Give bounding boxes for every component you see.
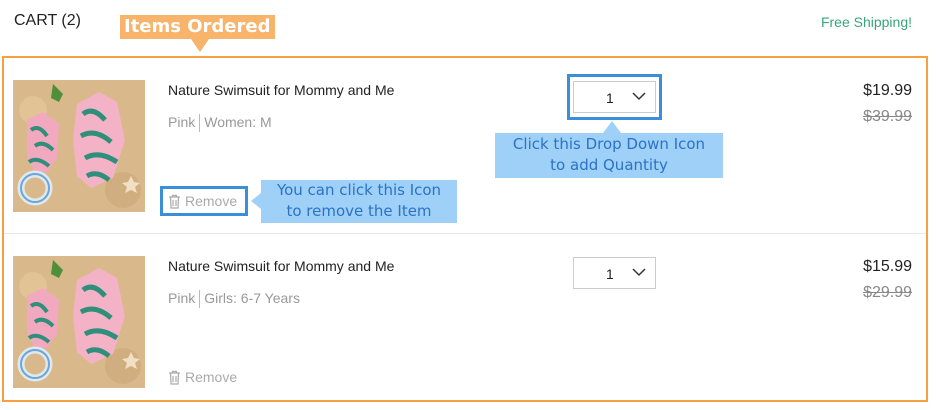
variant-color: Pink [168, 290, 196, 306]
original-price: $39.99 [863, 108, 912, 125]
cart-title: CART (2) [14, 12, 81, 29]
product-thumbnail[interactable] [13, 256, 145, 388]
variant-separator [199, 290, 201, 309]
original-price: $29.99 [863, 284, 912, 301]
free-shipping-label: Free Shipping! [820, 14, 912, 30]
product-thumbnail[interactable] [13, 80, 145, 212]
product-variant: Pink Women: M [168, 114, 272, 133]
remove-label: Remove [185, 369, 238, 385]
product-name[interactable]: Nature Swimsuit for Mommy and Me [168, 82, 394, 98]
quantity-select[interactable]: 1 [573, 257, 656, 289]
quantity-callout-arrow [603, 121, 621, 133]
variant-size: Women: M [204, 114, 272, 130]
remove-callout-line2: to remove the Item [286, 202, 432, 220]
quantity-callout-line1: Click this Drop Down Icon [512, 135, 706, 153]
items-ordered-tag: Items Ordered [120, 15, 275, 39]
product-variant: Pink Girls: 6-7 Years [168, 290, 300, 309]
sale-price: $19.99 [863, 82, 912, 99]
variant-separator [199, 114, 201, 133]
chevron-down-icon[interactable] [632, 267, 646, 277]
remove-callout-arrow [251, 193, 261, 209]
quantity-callout: Click this Drop Down Icon to add Quantit… [495, 133, 723, 178]
sale-price: $15.99 [863, 258, 912, 275]
trash-icon [169, 370, 180, 385]
variant-color: Pink [168, 114, 196, 130]
remove-button[interactable]: Remove [168, 369, 237, 385]
remove-callout: You can click this Icon to remove the It… [261, 180, 457, 223]
quantity-callout-line2: to add Quantity [550, 156, 668, 174]
quantity-highlight [567, 74, 662, 120]
quantity-value: 1 [606, 266, 614, 282]
product-name[interactable]: Nature Swimsuit for Mommy and Me [168, 258, 394, 274]
remove-callout-line1: You can click this Icon [276, 181, 442, 199]
row-divider [4, 233, 926, 234]
items-ordered-arrow [191, 39, 209, 52]
remove-highlight [160, 186, 248, 216]
variant-size: Girls: 6-7 Years [204, 290, 300, 306]
